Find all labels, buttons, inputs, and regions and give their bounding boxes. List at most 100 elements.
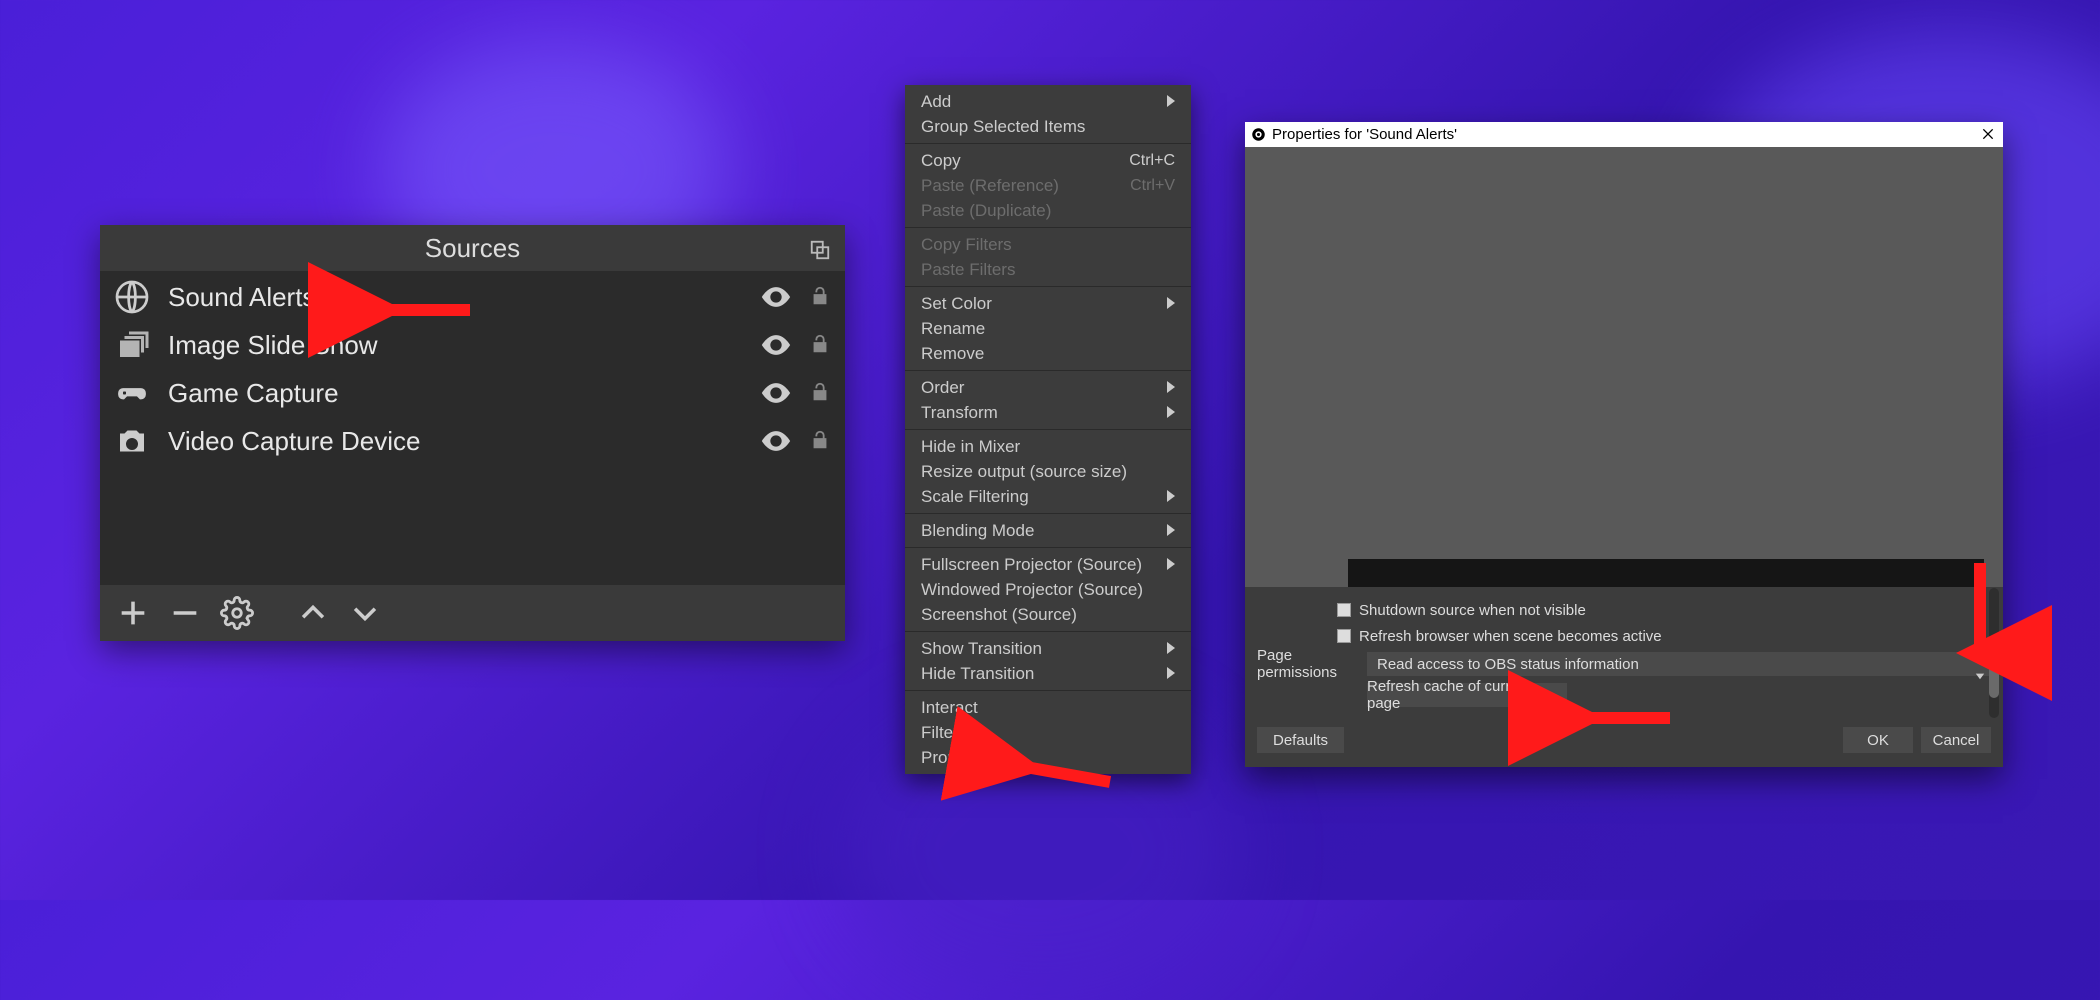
source-context-menu: AddGroup Selected ItemsCopyCtrl+CPaste (… [905,85,1191,774]
menu-item-label: Paste Filters [921,260,1015,280]
source-label: Video Capture Device [168,426,759,457]
lock-icon[interactable] [809,283,831,311]
menu-separator [905,547,1191,548]
menu-item-label: Order [921,378,964,398]
menu-item-interact[interactable]: Interact [905,695,1191,720]
menu-item-scale-filtering[interactable]: Scale Filtering [905,484,1191,509]
chevron-right-icon [1167,378,1175,398]
refresh-checkbox-row[interactable]: Refresh browser when scene becomes activ… [1257,623,1991,649]
spinner-icon[interactable] [1973,654,1987,674]
sources-panel: Sources Sound Alerts [100,225,845,641]
menu-separator [905,143,1191,144]
menu-item-label: Windowed Projector (Source) [921,580,1143,600]
menu-item-hide-in-mixer[interactable]: Hide in Mixer [905,434,1191,459]
menu-item-rename[interactable]: Rename [905,316,1191,341]
source-properties-button[interactable] [214,590,260,636]
menu-item-label: Properties [921,748,998,768]
menu-item-label: Interact [921,698,978,718]
menu-item-fullscreen-projector-source[interactable]: Fullscreen Projector (Source) [905,552,1191,577]
menu-item-order[interactable]: Order [905,375,1191,400]
obs-icon [1251,127,1266,142]
preview-area [1245,147,2003,587]
shutdown-checkbox-row[interactable]: Shutdown source when not visible [1257,597,1991,623]
expand-collapse-icon[interactable] [809,237,831,259]
menu-item-label: Scale Filtering [921,487,1029,507]
defaults-button[interactable]: Defaults [1257,727,1344,753]
cancel-button[interactable]: Cancel [1921,727,1991,753]
menu-item-add[interactable]: Add [905,89,1191,114]
menu-item-filters[interactable]: Filters [905,720,1191,745]
menu-item-label: Blending Mode [921,521,1034,541]
sources-list: Sound Alerts Image Slide Show [100,271,845,585]
menu-item-label: Rename [921,319,985,339]
refresh-cache-button[interactable]: Refresh cache of current page [1367,683,1567,707]
menu-separator [905,513,1191,514]
chevron-right-icon [1167,521,1175,541]
chevron-right-icon [1167,487,1175,507]
dialog-titlebar[interactable]: Properties for 'Sound Alerts' [1245,122,2003,147]
page-permissions-value: Read access to OBS status information [1377,656,1639,673]
page-permissions-label: Page permissions [1257,647,1367,681]
menu-item-remove[interactable]: Remove [905,341,1191,366]
sources-header: Sources [100,225,845,271]
menu-separator [905,227,1191,228]
menu-item-label: Fullscreen Projector (Source) [921,555,1142,575]
source-video-capture-device[interactable]: Video Capture Device [100,417,845,465]
visibility-icon[interactable] [759,424,793,458]
source-sound-alerts[interactable]: Sound Alerts [100,273,845,321]
menu-item-label: Hide Transition [921,664,1034,684]
menu-item-transform[interactable]: Transform [905,400,1191,425]
chevron-right-icon [1167,294,1175,314]
menu-item-set-color[interactable]: Set Color [905,291,1191,316]
visibility-icon[interactable] [759,280,793,314]
cancel-label: Cancel [1933,732,1980,749]
shutdown-checkbox[interactable] [1337,603,1351,617]
add-source-button[interactable] [110,590,156,636]
menu-item-copy-filters: Copy Filters [905,232,1191,257]
menu-shortcut: Ctrl+C [1129,152,1175,170]
menu-item-resize-output-source-size[interactable]: Resize output (source size) [905,459,1191,484]
menu-item-properties[interactable]: Properties [905,745,1191,770]
move-down-button[interactable] [342,590,388,636]
visibility-icon[interactable] [759,328,793,362]
menu-item-group-selected-items[interactable]: Group Selected Items [905,114,1191,139]
chevron-right-icon [1167,639,1175,659]
shutdown-label: Shutdown source when not visible [1359,602,1586,619]
chevron-right-icon [1167,555,1175,575]
globe-icon [114,279,150,315]
form-area: Shutdown source when not visible Refresh… [1245,587,2003,713]
menu-item-paste-duplicate: Paste (Duplicate) [905,198,1191,223]
menu-item-blending-mode[interactable]: Blending Mode [905,518,1191,543]
lock-icon[interactable] [809,427,831,455]
ok-button[interactable]: OK [1843,727,1913,753]
lock-icon[interactable] [809,331,831,359]
move-up-button[interactable] [290,590,336,636]
menu-item-label: Add [921,92,951,112]
menu-item-show-transition[interactable]: Show Transition [905,636,1191,661]
scrollbar-thumb[interactable] [1989,642,1999,698]
menu-item-label: Paste (Reference) [921,176,1059,196]
menu-item-hide-transition[interactable]: Hide Transition [905,661,1191,686]
close-icon[interactable] [1980,126,1996,142]
menu-item-label: Screenshot (Source) [921,605,1077,625]
source-game-capture[interactable]: Game Capture [100,369,845,417]
menu-item-screenshot-source[interactable]: Screenshot (Source) [905,602,1191,627]
menu-item-label: Group Selected Items [921,117,1085,137]
menu-item-label: Remove [921,344,984,364]
page-permissions-row: Page permissions Read access to OBS stat… [1257,651,1991,677]
menu-item-windowed-projector-source[interactable]: Windowed Projector (Source) [905,577,1191,602]
visibility-icon[interactable] [759,376,793,410]
menu-item-copy[interactable]: CopyCtrl+C [905,148,1191,173]
remove-source-button[interactable] [162,590,208,636]
menu-shortcut: Ctrl+V [1130,177,1175,195]
chevron-right-icon [1167,403,1175,423]
stack-icon [114,327,150,363]
menu-separator [905,429,1191,430]
sources-title: Sources [425,233,520,264]
source-image-slide-show[interactable]: Image Slide Show [100,321,845,369]
menu-item-paste-reference: Paste (Reference) Ctrl+V [905,173,1191,198]
chevron-right-icon [1167,664,1175,684]
refresh-checkbox[interactable] [1337,629,1351,643]
lock-icon[interactable] [809,379,831,407]
page-permissions-select[interactable]: Read access to OBS status information [1367,652,1991,676]
